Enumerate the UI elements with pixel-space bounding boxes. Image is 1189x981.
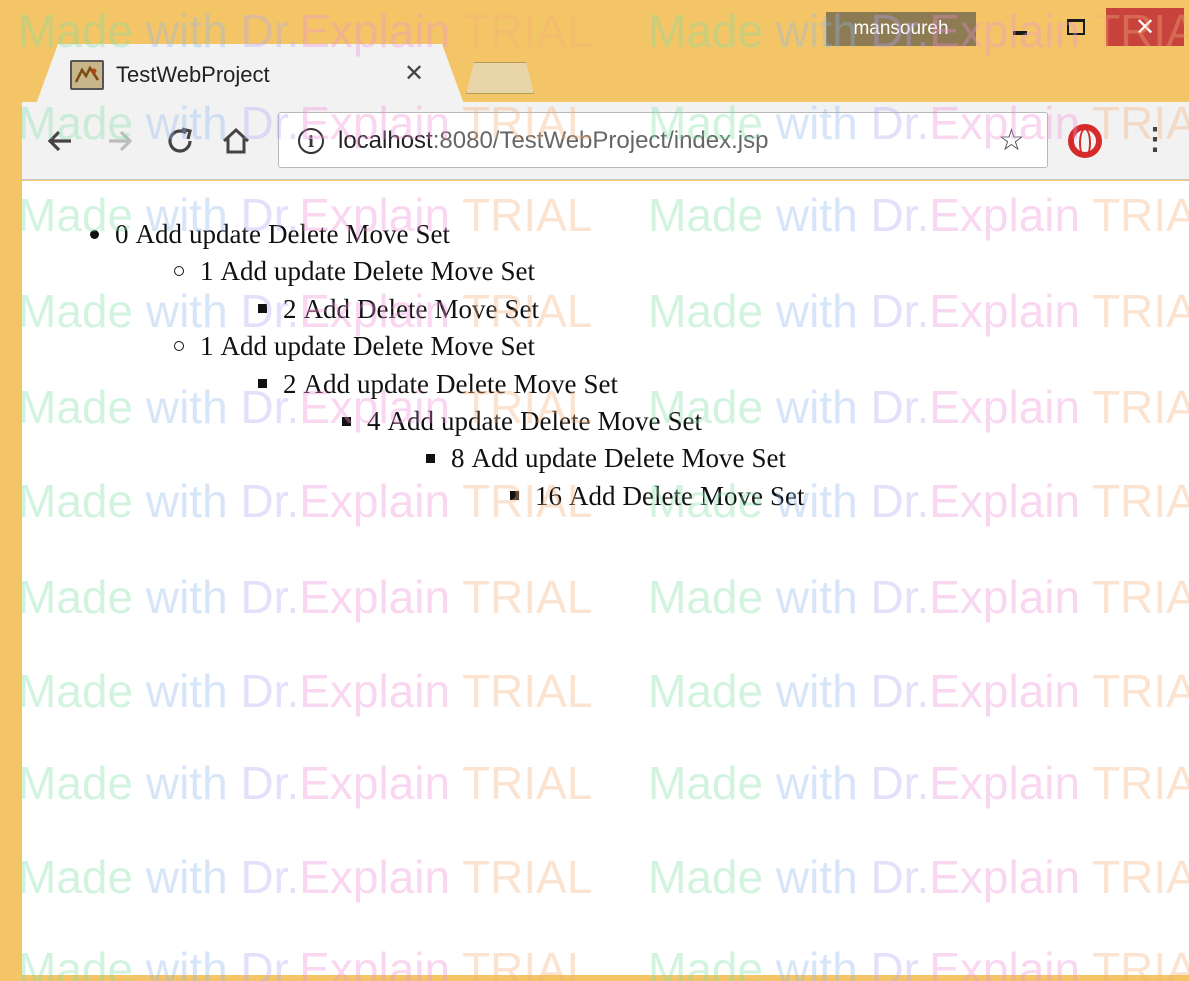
node-number: 2 xyxy=(283,368,297,399)
close-window-button[interactable]: ✕ xyxy=(1106,8,1184,46)
circle-bullet-icon xyxy=(174,341,184,352)
reload-icon[interactable] xyxy=(160,118,200,164)
move-link[interactable]: Move xyxy=(345,217,408,251)
set-link[interactable]: Set xyxy=(770,479,805,513)
bookmark-star-icon[interactable]: ☆ xyxy=(998,124,1025,158)
update-link[interactable]: update xyxy=(441,404,513,438)
tab-title: TestWebProject xyxy=(116,62,270,87)
delete-link[interactable]: Delete xyxy=(353,254,423,288)
window-bottom-edge xyxy=(0,975,1189,981)
set-link[interactable]: Set xyxy=(415,217,450,251)
minimize-button[interactable] xyxy=(998,8,1042,46)
list-item: 2 Add Delete Move Set xyxy=(258,292,546,326)
move-link[interactable]: Move xyxy=(513,367,576,401)
add-link[interactable]: Add xyxy=(472,441,519,475)
url-text[interactable]: localhost:8080/TestWebProject/index.jsp xyxy=(338,124,768,158)
square-bullet-icon xyxy=(426,453,435,463)
delete-link[interactable]: Delete xyxy=(353,329,423,363)
move-link[interactable]: Move xyxy=(430,329,493,363)
update-link[interactable]: update xyxy=(189,217,261,251)
add-link[interactable]: Add xyxy=(221,254,268,288)
set-link[interactable]: Set xyxy=(500,254,535,288)
move-link[interactable]: Move xyxy=(700,479,763,513)
list-item: 2 Add update Delete Move Set xyxy=(258,367,625,401)
node-number: 1 xyxy=(200,331,214,362)
update-link[interactable]: update xyxy=(274,254,346,288)
set-link[interactable]: Set xyxy=(500,329,535,363)
add-link[interactable]: Add xyxy=(569,479,616,513)
add-link[interactable]: Add xyxy=(304,292,351,326)
info-icon[interactable]: i xyxy=(298,128,324,154)
list-item: 1 Add update Delete Move Set xyxy=(174,329,542,363)
delete-link[interactable]: Delete xyxy=(623,479,693,513)
maximize-icon xyxy=(1067,19,1085,35)
home-icon[interactable] xyxy=(216,118,256,164)
move-link[interactable]: Move xyxy=(434,292,497,326)
delete-link[interactable]: Delete xyxy=(604,441,674,475)
user-profile-badge[interactable]: mansoureh xyxy=(826,12,976,46)
node-number: 1 xyxy=(200,256,214,287)
add-link[interactable]: Add xyxy=(304,367,351,401)
url-host: localhost xyxy=(338,127,433,154)
list-item: 4 Add update Delete Move Set xyxy=(342,404,709,438)
add-link[interactable]: Add xyxy=(136,217,183,251)
disc-bullet-icon xyxy=(90,229,99,239)
set-link[interactable]: Set xyxy=(504,292,539,326)
node-number: 8 xyxy=(451,443,465,474)
list-item: 0 Add update Delete Move Set xyxy=(90,217,457,251)
forward-arrow-icon[interactable] xyxy=(100,118,140,164)
new-tab-button[interactable] xyxy=(466,62,534,94)
circle-bullet-icon xyxy=(174,266,184,277)
node-number: 2 xyxy=(283,293,297,324)
delete-link[interactable]: Delete xyxy=(436,367,506,401)
node-number: 4 xyxy=(367,406,381,436)
update-link[interactable]: update xyxy=(357,367,429,401)
back-arrow-icon[interactable] xyxy=(40,118,80,164)
menu-dots-icon[interactable]: ⋮ xyxy=(1140,122,1170,158)
url-path: :8080/TestWebProject/index.jsp xyxy=(432,127,769,154)
move-link[interactable]: Move xyxy=(597,404,660,438)
tomcat-favicon-icon xyxy=(70,60,104,90)
set-link[interactable]: Set xyxy=(583,367,618,401)
update-link[interactable]: update xyxy=(525,441,597,475)
square-bullet-icon xyxy=(342,416,351,426)
delete-link[interactable]: Delete xyxy=(520,404,590,438)
square-bullet-icon xyxy=(258,304,267,314)
square-bullet-icon xyxy=(510,491,519,501)
node-number: 16 xyxy=(535,480,562,511)
close-icon: ✕ xyxy=(1134,13,1156,41)
add-link[interactable]: Add xyxy=(388,404,435,438)
tab-close-icon[interactable]: ✕ xyxy=(404,58,424,90)
add-link[interactable]: Add xyxy=(221,329,268,363)
move-link[interactable]: Move xyxy=(681,441,744,475)
delete-link[interactable]: Delete xyxy=(357,292,427,326)
minimize-icon xyxy=(1013,31,1027,35)
set-link[interactable]: Set xyxy=(667,404,702,438)
move-link[interactable]: Move xyxy=(430,254,493,288)
set-link[interactable]: Set xyxy=(751,441,786,475)
list-item: 16 Add Delete Move Set xyxy=(510,479,811,513)
page-content: 0 Add update Delete Move Set 1 Add update Delete M… xyxy=(22,181,1189,975)
node-number: 0 xyxy=(115,219,129,249)
list-item: 8 Add update Delete Move Set xyxy=(426,441,793,475)
maximize-button[interactable] xyxy=(1052,8,1100,46)
opera-icon[interactable] xyxy=(1068,124,1102,158)
update-link[interactable]: update xyxy=(274,329,346,363)
square-bullet-icon xyxy=(258,379,267,389)
delete-link[interactable]: Delete xyxy=(268,217,338,251)
list-item: 1 Add update Delete Move Set xyxy=(174,254,542,288)
